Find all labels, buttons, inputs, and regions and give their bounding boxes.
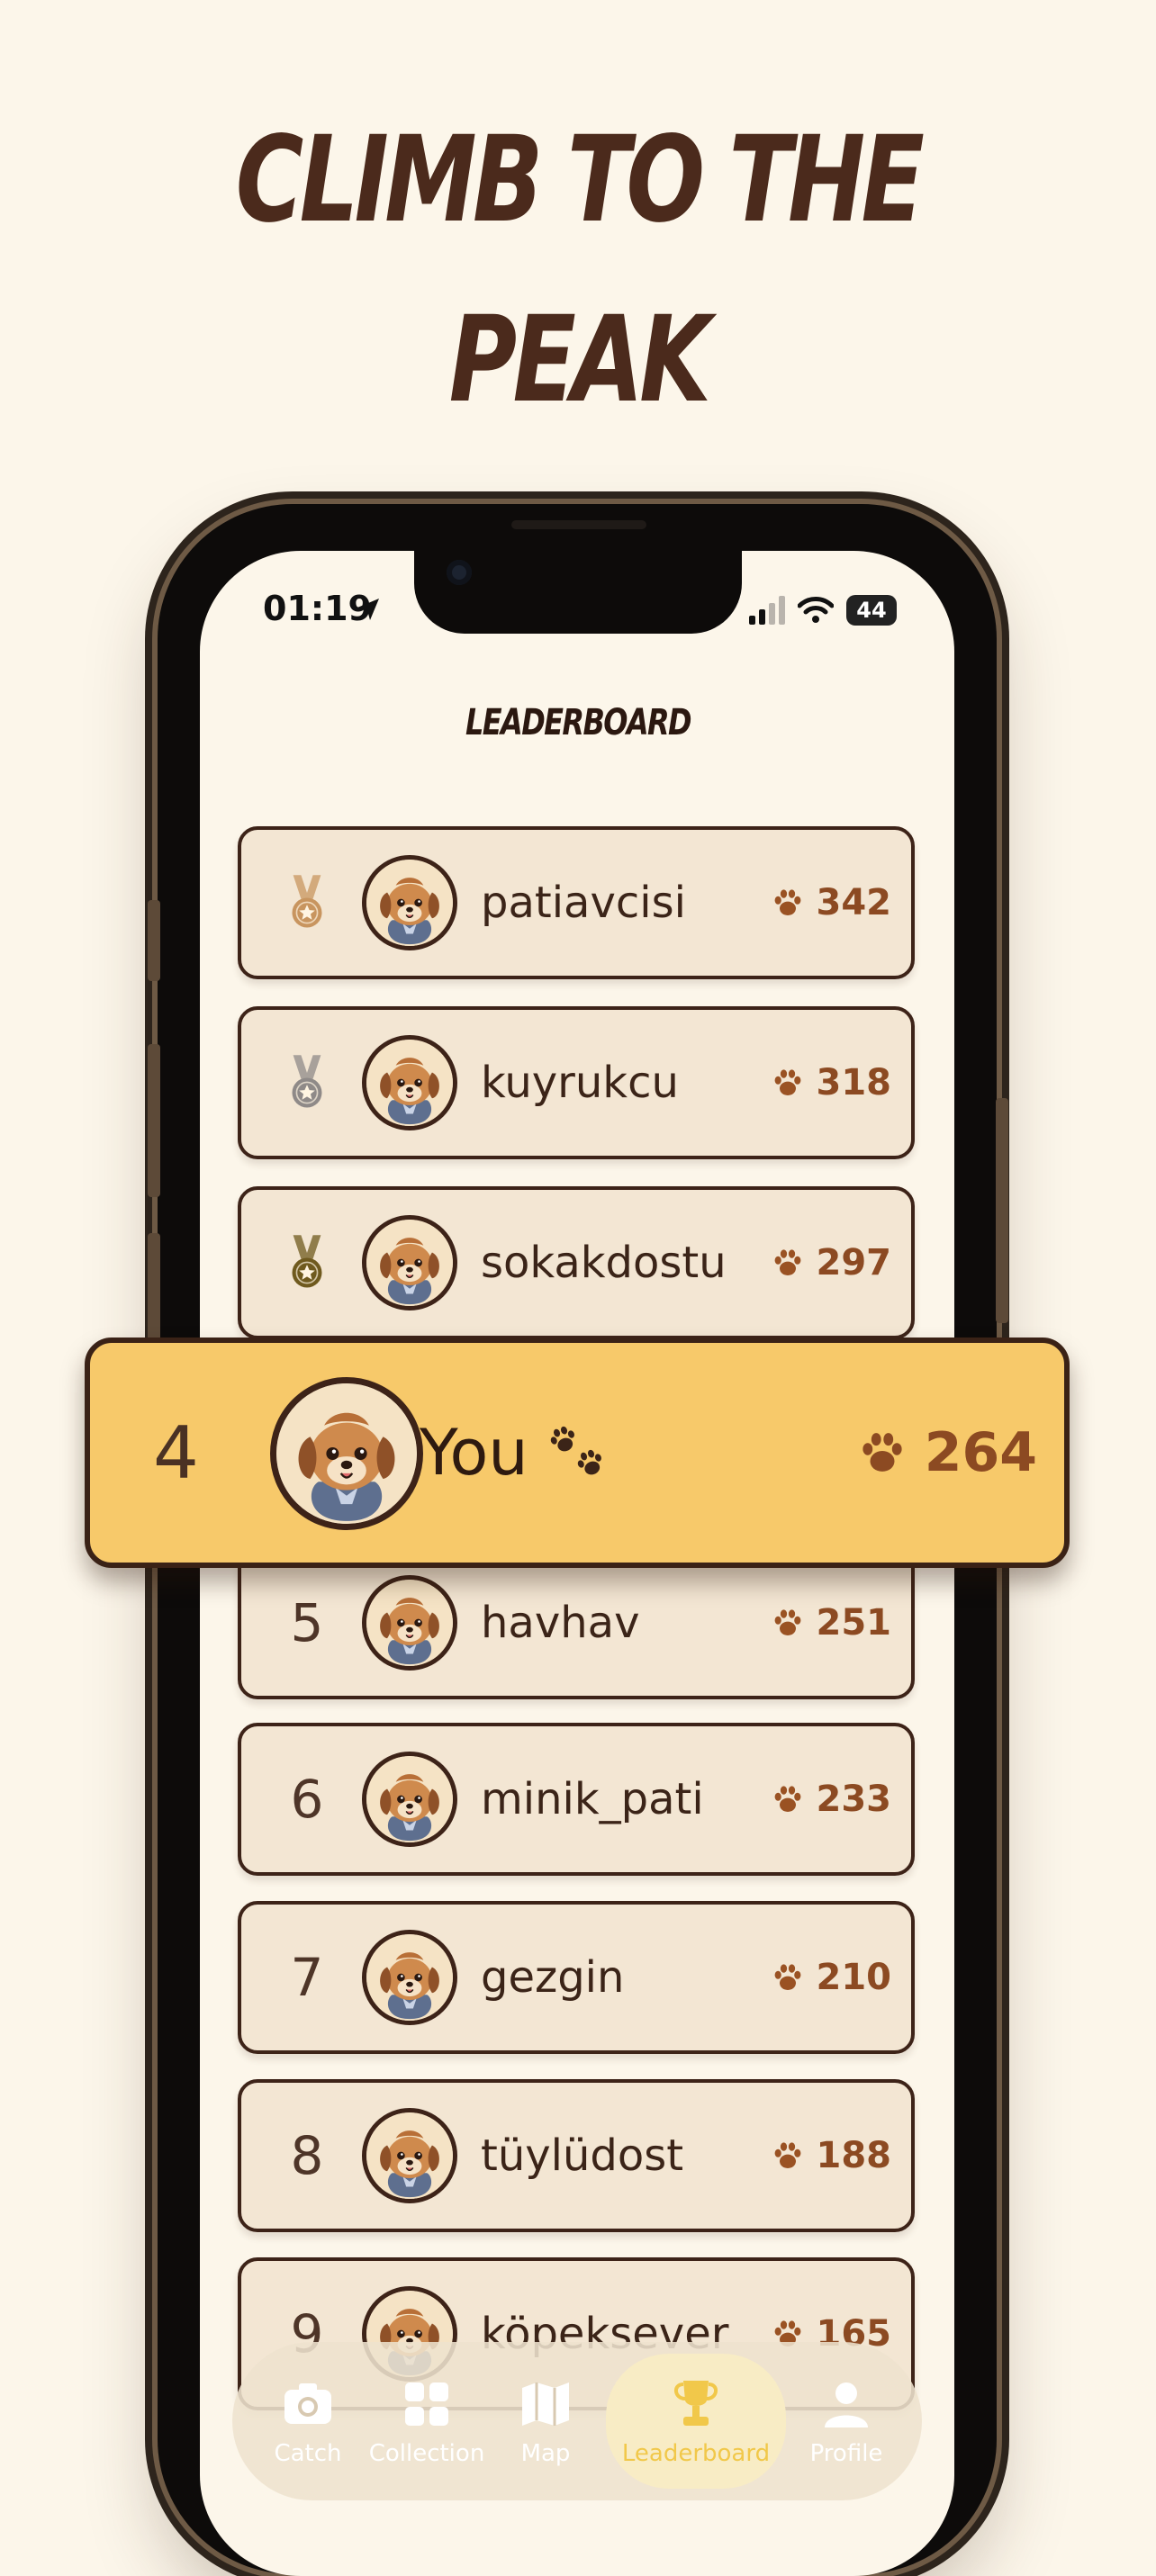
username: kuyrukcu	[481, 1058, 679, 1108]
score-value: 318	[816, 1062, 892, 1103]
rank-number: 5	[290, 1592, 324, 1653]
location-arrow-icon	[357, 599, 379, 620]
paw-icon	[772, 1247, 804, 1279]
score-value: 188	[816, 2135, 892, 2176]
person-icon	[825, 2382, 868, 2427]
olive-medal-icon	[287, 1233, 327, 1293]
score: 342	[772, 830, 892, 976]
side-button-mute	[148, 900, 160, 981]
rank-medal	[275, 1190, 339, 1336]
rank-medal	[275, 1010, 339, 1156]
score: 233	[772, 1726, 892, 1872]
avatar	[362, 2108, 457, 2203]
bronze-medal-icon	[287, 873, 327, 932]
leaderboard-row[interactable]: 7 gezgin 210	[238, 1901, 915, 2054]
avatar	[362, 1035, 457, 1130]
tab-leaderboard-label: Leaderboard	[621, 2440, 771, 2467]
score-value: 210	[816, 1957, 892, 1998]
score-value: 342	[816, 882, 892, 923]
paw-icon	[858, 1428, 907, 1477]
score-value: 251	[816, 1602, 892, 1644]
speaker-grille	[511, 520, 646, 529]
paw-icon	[772, 1961, 804, 1994]
username: minik_pati	[481, 1774, 704, 1824]
leaderboard-row[interactable]: sokakdostu 297	[238, 1186, 915, 1339]
tab-bar: Catch Collection Map Leaderboard Profile	[232, 2342, 922, 2500]
side-button-volume-up	[148, 1044, 160, 1197]
current-user-avatar	[270, 1377, 423, 1530]
leaderboard-row[interactable]: 6 minik_pati 233	[238, 1723, 915, 1876]
tab-map-label: Map	[520, 2440, 571, 2467]
tab-catch-label: Catch	[274, 2440, 342, 2467]
current-user-rank: 4	[153, 1410, 199, 1495]
paw-icon	[772, 887, 804, 919]
tab-profile[interactable]: Profile	[788, 2375, 905, 2467]
paw-icon	[772, 1783, 804, 1815]
score: 210	[772, 1905, 892, 2050]
side-button-power	[996, 1098, 1008, 1323]
username: gezgin	[481, 1952, 625, 2003]
notch	[414, 540, 742, 634]
tab-map[interactable]: Map	[487, 2375, 604, 2467]
camera-icon	[284, 2383, 331, 2424]
silver-medal-icon	[287, 1053, 327, 1112]
avatar	[362, 1215, 457, 1311]
tab-collection[interactable]: Collection	[368, 2375, 485, 2467]
paw-icon	[772, 2139, 804, 2172]
username: tüylüdost	[481, 2130, 684, 2181]
grid-icon	[405, 2382, 448, 2426]
score: 297	[772, 1190, 892, 1336]
score: 188	[772, 2083, 892, 2229]
rank-number: 6	[290, 1769, 324, 1830]
current-user-score-value: 264	[924, 1421, 1037, 1484]
trophy-icon	[674, 2381, 718, 2426]
leaderboard-row[interactable]: patiavcisi 342	[238, 826, 915, 979]
current-user-name: You	[420, 1416, 528, 1490]
score-value: 233	[816, 1779, 892, 1820]
paw-icon	[772, 1067, 804, 1099]
avatar	[362, 1930, 457, 2025]
tab-catch[interactable]: Catch	[249, 2375, 366, 2467]
status-right: 44	[749, 592, 897, 628]
avatar	[362, 1752, 457, 1847]
leaderboard-row[interactable]: kuyrukcu 318	[238, 1006, 915, 1159]
wifi-icon	[798, 597, 834, 623]
tab-leaderboard[interactable]: Leaderboard	[606, 2354, 786, 2489]
battery-indicator: 44	[846, 595, 897, 626]
tab-collection-label: Collection	[368, 2440, 485, 2467]
cellular-signal-icon	[749, 596, 785, 625]
avatar	[362, 855, 457, 950]
paw-prints-icon	[547, 1423, 606, 1479]
map-icon	[522, 2382, 569, 2426]
current-user-row[interactable]: 4 You 264	[85, 1338, 1070, 1568]
leaderboard-row[interactable]: 5 havhav 251	[238, 1546, 915, 1699]
rank-medal	[275, 830, 339, 976]
score: 251	[772, 1550, 892, 1696]
score: 318	[772, 1010, 892, 1156]
leaderboard-row[interactable]: 8 tüylüdost 188	[238, 2079, 915, 2232]
username: sokakdostu	[481, 1238, 727, 1288]
score-value: 297	[816, 1242, 892, 1283]
current-user-score: 264	[858, 1343, 1037, 1563]
rank-number: 8	[290, 2125, 324, 2186]
paw-icon	[772, 1607, 804, 1639]
username: havhav	[481, 1598, 640, 1648]
camera-icon	[447, 560, 472, 585]
rank-number: 7	[290, 1947, 324, 2008]
promo-headline-line1: Climb to the peak	[235, 111, 925, 429]
username: patiavcisi	[481, 878, 686, 928]
avatar	[362, 1575, 457, 1671]
tab-profile-label: Profile	[809, 2440, 883, 2467]
current-user-name-group: You	[420, 1343, 620, 1563]
screen-title: LEADERBOARD	[465, 702, 692, 743]
